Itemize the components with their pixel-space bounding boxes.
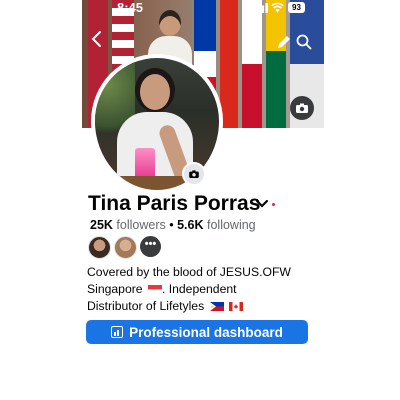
- profile-name: Tina Paris Porras: [88, 192, 261, 215]
- canada-flag-icon: [228, 302, 243, 311]
- avatar-camera-button[interactable]: [182, 162, 206, 186]
- bio-line: Distributor of Lifetyles: [87, 298, 323, 315]
- signal-icon: [254, 3, 268, 13]
- stats-separator: •: [169, 218, 174, 232]
- wifi-icon: [271, 2, 284, 13]
- following-count[interactable]: 5.6K: [177, 218, 203, 232]
- pencil-icon[interactable]: [276, 34, 292, 50]
- camera-icon: [189, 170, 199, 178]
- status-bar: 8:45 93: [82, 0, 324, 16]
- flag-decoration: [220, 0, 238, 128]
- friend-avatar[interactable]: [88, 236, 111, 259]
- followers-label[interactable]: followers: [116, 218, 165, 232]
- chevron-down-icon[interactable]: [255, 198, 269, 210]
- dashboard-icon: [111, 326, 124, 338]
- bio-text: . Independent: [161, 282, 237, 296]
- camera-icon: [296, 103, 308, 113]
- following-label[interactable]: following: [207, 218, 256, 232]
- flag-decoration: [242, 0, 262, 128]
- status-time: 8:45: [117, 0, 144, 15]
- follow-stats: 25K followers • 5.6K following: [90, 218, 256, 232]
- followers-count[interactable]: 25K: [90, 218, 113, 232]
- singapore-flag-icon: [147, 285, 162, 294]
- flag-decoration: [266, 0, 286, 128]
- bio-line: Singapore . Independent: [87, 281, 323, 298]
- profile-bio: Covered by the blood of JESUS.OFW Singap…: [87, 264, 323, 315]
- philippines-flag-icon: [209, 302, 224, 311]
- cover-camera-button[interactable]: [290, 96, 314, 120]
- battery-icon: 93: [288, 2, 305, 13]
- dashboard-button-label: Professional dashboard: [129, 324, 283, 340]
- profile-screen: 8:45 93 Tina Paris Porras 25K followers …: [82, 0, 324, 400]
- back-icon[interactable]: [90, 30, 104, 48]
- bio-line: Covered by the blood of JESUS.OFW: [87, 265, 291, 279]
- professional-dashboard-button[interactable]: Professional dashboard: [86, 320, 308, 344]
- bio-text: Distributor of Lifetyles: [87, 299, 205, 313]
- bio-text: Singapore: [87, 282, 143, 296]
- friend-avatar[interactable]: [114, 236, 137, 259]
- search-icon[interactable]: [296, 34, 312, 50]
- notification-dot: [272, 203, 275, 206]
- more-friends-button[interactable]: •••: [140, 236, 161, 257]
